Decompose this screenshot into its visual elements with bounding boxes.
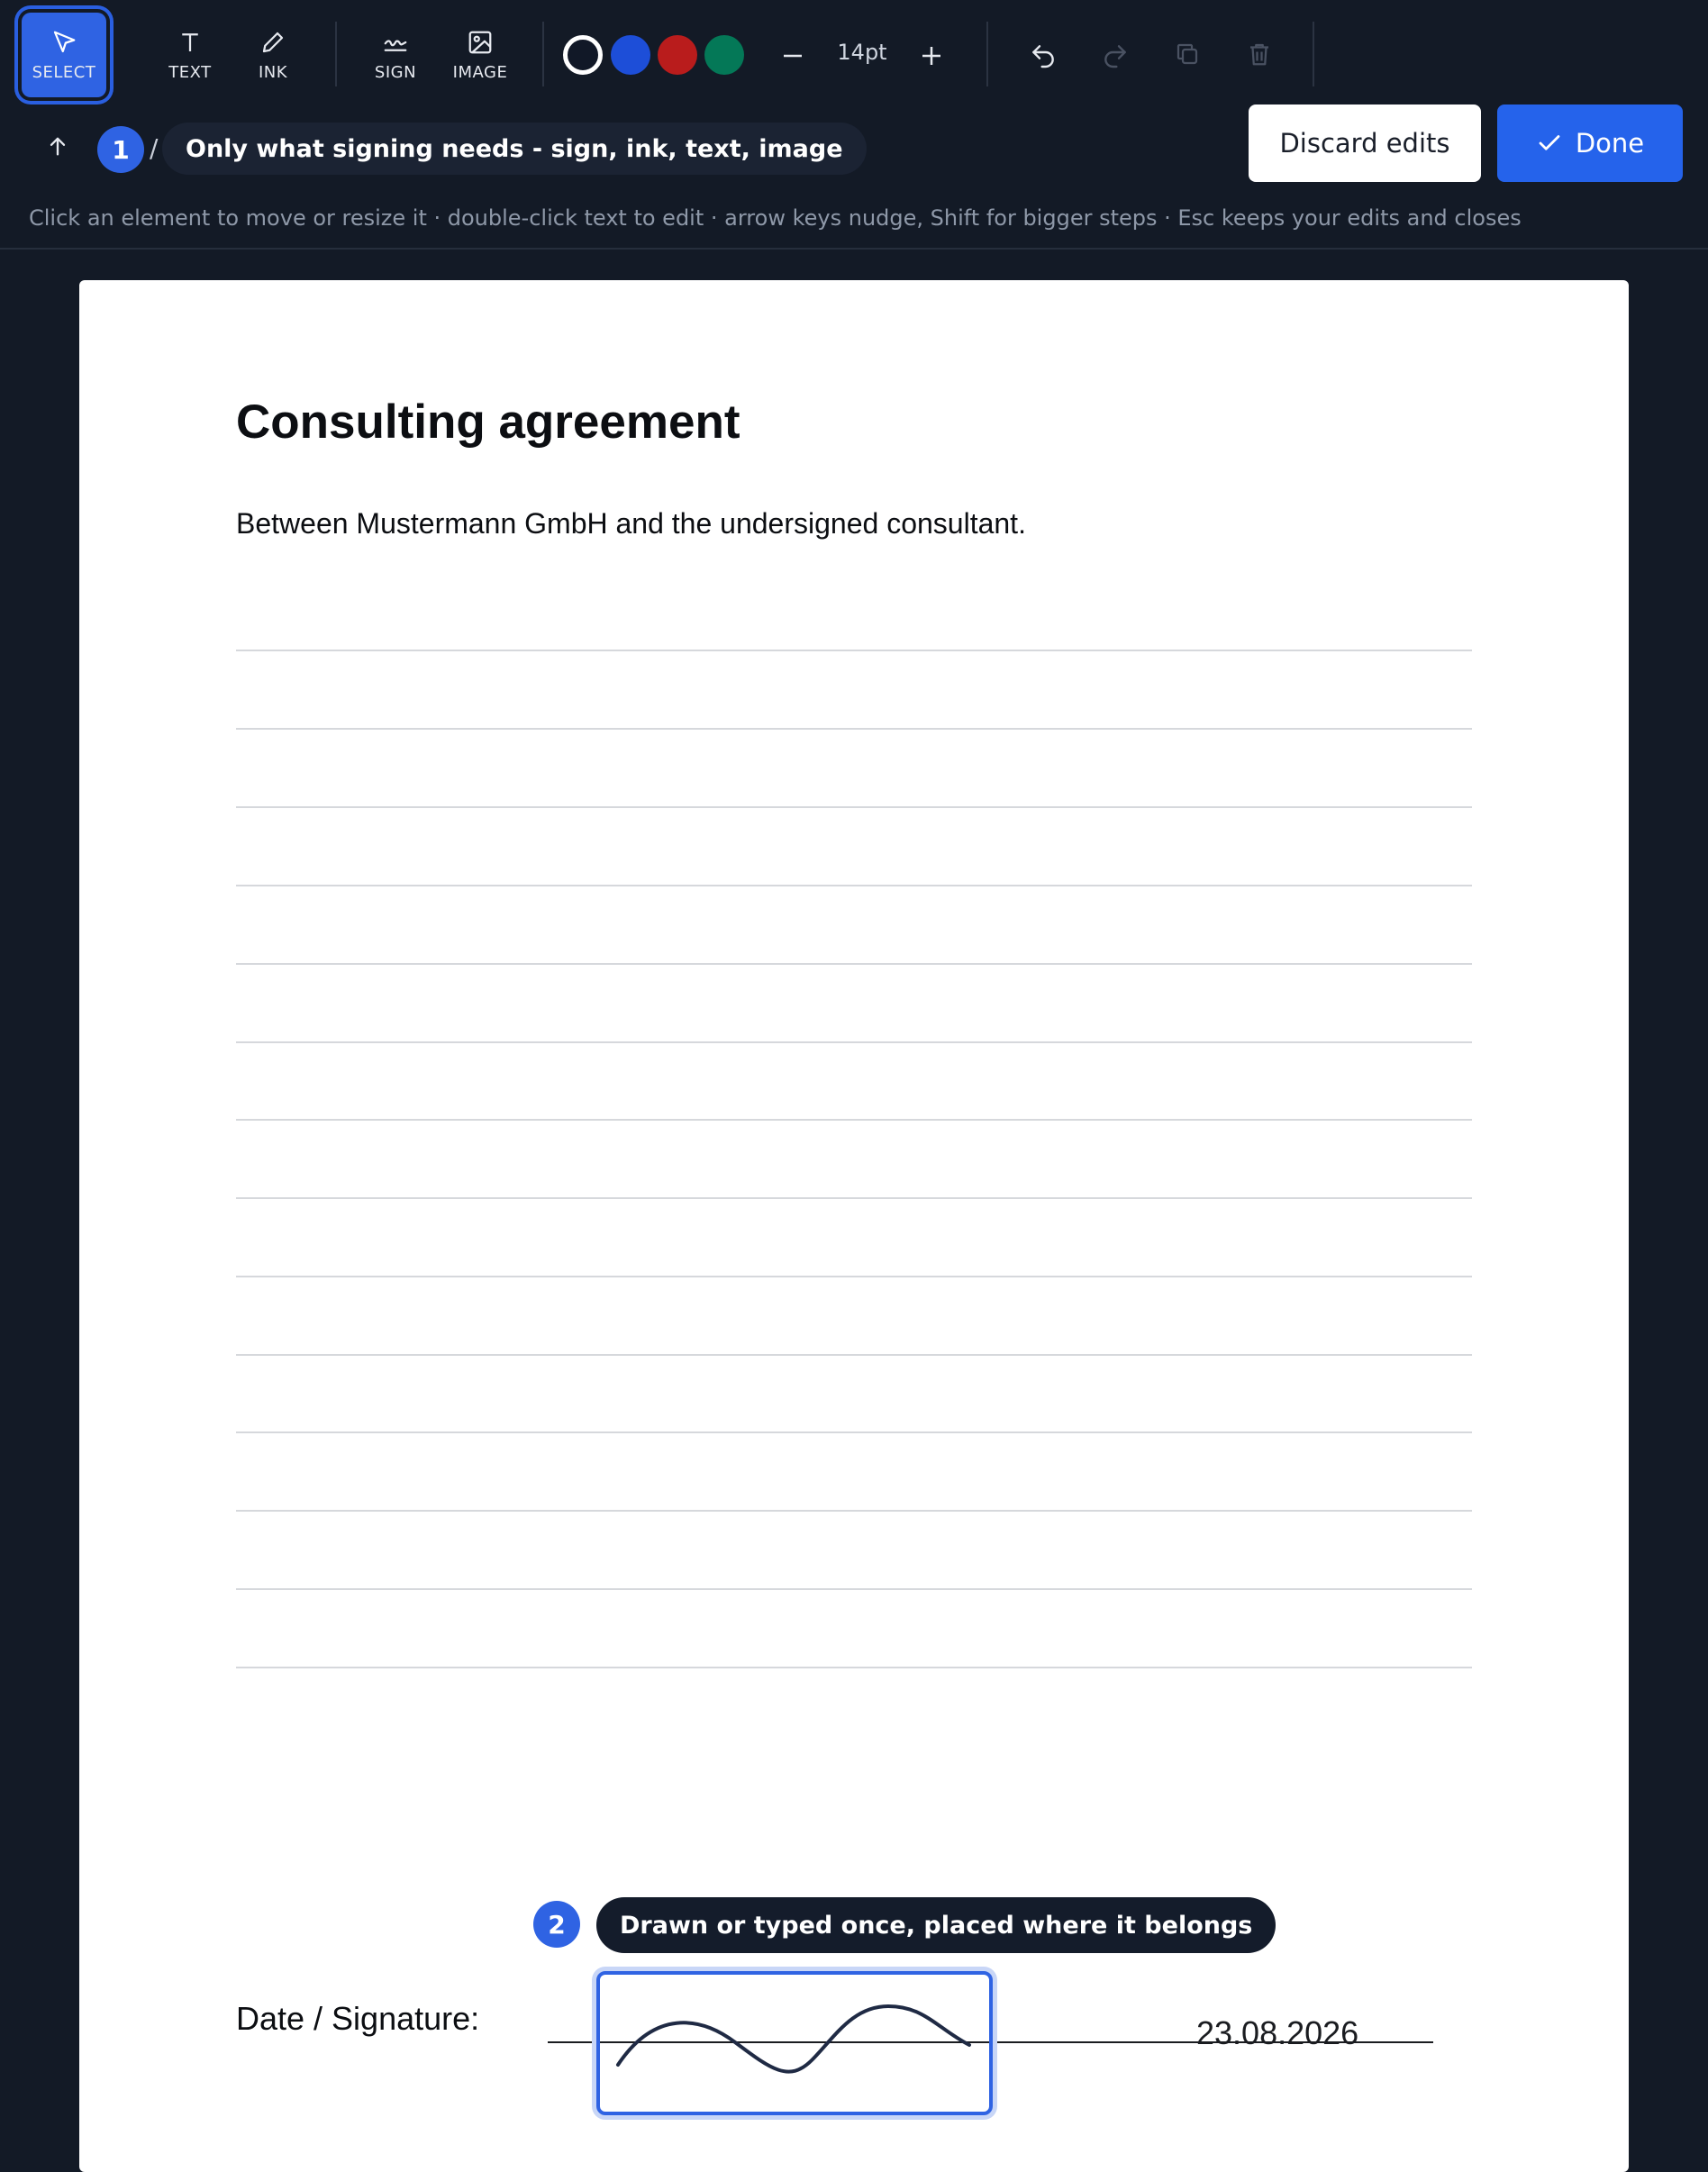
- signature-label: Date / Signature:: [236, 2000, 480, 2037]
- done-label: Done: [1575, 128, 1645, 159]
- redo-icon: [1104, 45, 1126, 68]
- trash-icon: [1250, 43, 1268, 66]
- plus-icon: [922, 47, 940, 65]
- ruled-line: [236, 1667, 1472, 1668]
- document-page: [79, 280, 1629, 2172]
- step-1-callout: Only what signing needs - sign, ink, tex…: [162, 123, 867, 175]
- check-icon: [1539, 135, 1560, 150]
- ruled-line: [236, 1354, 1472, 1356]
- duplicate-button[interactable]: [1167, 34, 1207, 74]
- text-icon: [182, 32, 198, 51]
- ruled-line: [236, 1119, 1472, 1121]
- toolbar-divider: [335, 22, 337, 86]
- undo-icon: [1032, 45, 1054, 68]
- arrow-up-icon: [50, 137, 66, 156]
- toolbar-divider: [986, 22, 988, 86]
- tool-select[interactable]: SELECT: [22, 13, 106, 97]
- step-badge-1: 1: [97, 126, 144, 173]
- undo-button[interactable]: [1023, 36, 1063, 76]
- ruled-line: [236, 1197, 1472, 1199]
- document-title[interactable]: Consulting agreement: [236, 395, 740, 450]
- ruled-line: [236, 1510, 1472, 1512]
- tool-ink[interactable]: INK: [231, 13, 315, 97]
- ruled-line: [236, 728, 1472, 730]
- discard-edits-label: Discard edits: [1279, 128, 1450, 159]
- ruled-line: [236, 963, 1472, 965]
- toolbar-divider: [1313, 22, 1314, 86]
- step-badge-2: 2: [533, 1901, 580, 1948]
- ruled-line: [236, 650, 1472, 651]
- ruled-line: [236, 806, 1472, 808]
- scroll-up-button[interactable]: [40, 128, 76, 164]
- ruled-line: [236, 1276, 1472, 1277]
- duplicate-icon: [1177, 43, 1198, 65]
- color-swatch-red[interactable]: [658, 35, 697, 75]
- color-swatch-green[interactable]: [704, 35, 744, 75]
- tool-image[interactable]: IMAGE: [438, 13, 522, 97]
- signature-drawing: [616, 2004, 971, 2074]
- color-swatch-black[interactable]: [563, 35, 603, 75]
- increase-size-button[interactable]: [912, 36, 951, 76]
- ruled-line: [236, 885, 1472, 886]
- signature-icon: [384, 39, 407, 51]
- signature-date[interactable]: 23.08.2026: [1196, 2014, 1358, 2052]
- delete-button[interactable]: [1240, 34, 1279, 74]
- discard-edits-button[interactable]: Discard edits: [1249, 105, 1481, 182]
- tool-text-label: TEXT: [168, 62, 212, 82]
- pencil-icon: [262, 32, 284, 52]
- document-intro[interactable]: Between Mustermann GmbH and the undersig…: [236, 507, 1026, 541]
- font-size-value: 14pt: [837, 40, 887, 65]
- color-swatch-blue[interactable]: [611, 35, 650, 75]
- toolbar-divider: [542, 22, 544, 86]
- cursor-icon: [53, 31, 76, 52]
- ruled-line: [236, 1588, 1472, 1590]
- tool-image-label: IMAGE: [452, 62, 508, 82]
- redo-button[interactable]: [1095, 36, 1135, 76]
- decrease-size-button[interactable]: [773, 38, 813, 74]
- step-2-callout: Drawn or typed once, placed where it bel…: [596, 1897, 1276, 1953]
- image-icon: [468, 31, 492, 53]
- editing-hint: Click an element to move or resize it · …: [29, 205, 1522, 231]
- header-divider: [0, 248, 1708, 250]
- signature-element[interactable]: [596, 1971, 993, 2115]
- ruled-line: [236, 1431, 1472, 1433]
- minus-icon: [784, 54, 802, 58]
- tool-select-label: SELECT: [32, 62, 96, 82]
- breadcrumb-separator: /: [150, 133, 159, 163]
- tool-text[interactable]: TEXT: [148, 13, 232, 97]
- tool-sign-label: SIGN: [374, 62, 417, 82]
- ruled-line: [236, 1041, 1472, 1043]
- tool-ink-label: INK: [258, 62, 288, 82]
- tool-sign[interactable]: SIGN: [353, 13, 438, 97]
- done-button[interactable]: Done: [1497, 105, 1683, 182]
